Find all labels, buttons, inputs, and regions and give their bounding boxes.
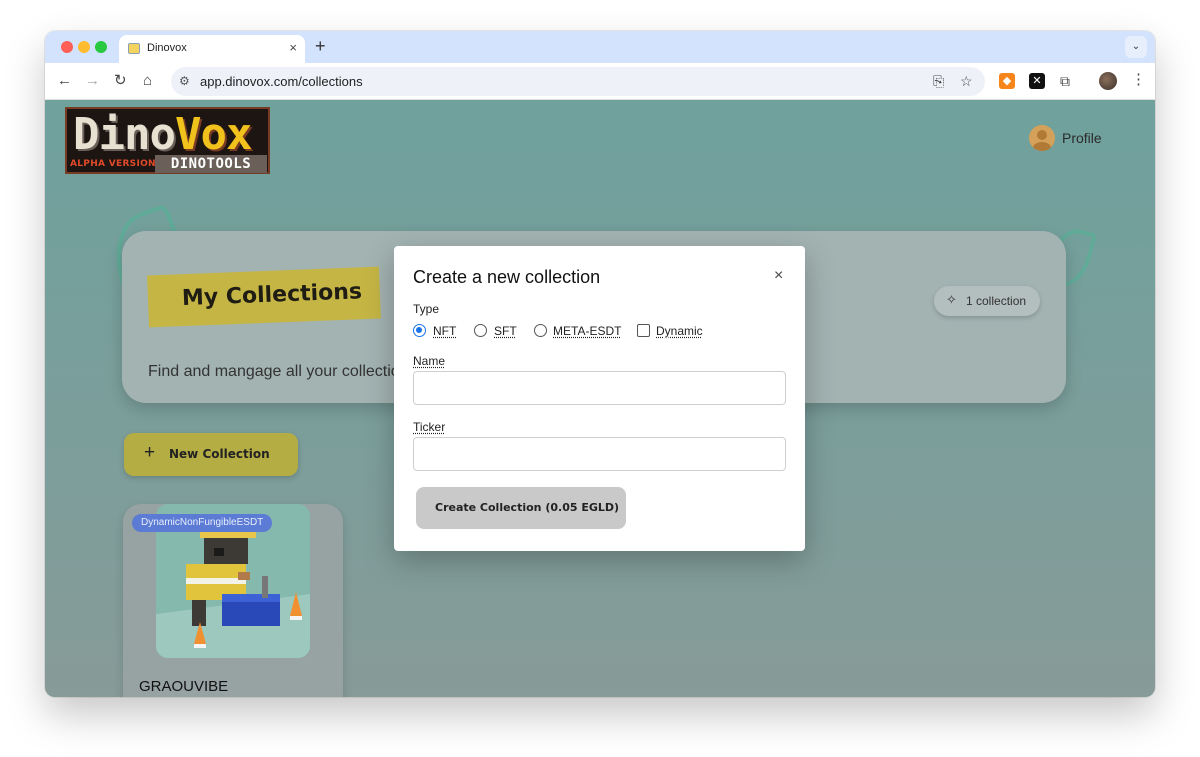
install-icon[interactable]: ⎘ [933,73,944,90]
favicon-icon [128,43,140,54]
dynamic-checkbox[interactable] [637,324,650,337]
maximize-window-button[interactable] [95,41,107,53]
home-icon[interactable]: ⌂ [143,72,152,90]
logo-vox-text: Vox [174,109,252,160]
tab-close-icon[interactable]: × [289,40,297,56]
ticker-input[interactable] [413,437,786,471]
logo-alpha-badge: ALPHA VERSION [70,159,156,169]
browser-toolbar: ← → ↻ ⌂ ⚙ app.dinovox.com/collections ⎘ … [45,63,1155,100]
collection-name: GRAOUVIBE [139,678,229,695]
collection-card[interactable]: DynamicNonFungibleESDT GRAOUVIBE [123,504,343,697]
page-title-banner: My Collections [147,266,381,328]
menu-icon[interactable]: ⋮ [1131,71,1146,89]
type-label: Type [413,302,440,316]
page-title: My Collections [181,279,363,312]
extensions-puzzle-icon[interactable]: ⧉ [1057,73,1073,89]
url-text[interactable]: app.dinovox.com/collections [200,74,363,89]
create-collection-button[interactable]: Create Collection (0.05 EGLD) [416,487,626,529]
profile-label: Profile [1062,130,1102,146]
radio-meta-esdt[interactable] [534,324,547,337]
page-content: DinoVox ALPHA VERSION DINOTOOLS Profile … [45,100,1155,697]
radio-sft[interactable] [474,324,487,337]
minimize-window-button[interactable] [78,41,90,53]
plus-icon: + [144,442,156,463]
name-label: Name [413,354,446,368]
dinovox-logo[interactable]: DinoVox ALPHA VERSION DINOTOOLS [65,107,270,174]
create-collection-label: Create Collection (0.05 EGLD) [435,501,620,514]
forward-icon[interactable]: → [85,72,100,90]
browser-window: Dinovox × + ⌄ ← → ↻ ⌂ ⚙ app.dinovox.com/… [45,31,1155,697]
logo-dinotools-badge: DINOTOOLS [155,155,267,173]
name-input[interactable] [413,371,786,405]
close-window-button[interactable] [61,41,73,53]
radio-nft-label[interactable]: NFT [433,324,456,338]
site-info-icon[interactable]: ⚙ [179,74,190,88]
collection-type-badge: DynamicNonFungibleESDT [132,514,273,532]
radio-sft-label[interactable]: SFT [494,324,517,338]
bookmark-star-icon[interactable]: ☆ [960,73,973,90]
profile-icon[interactable] [1099,72,1117,90]
dynamic-checkbox-label[interactable]: Dynamic [656,324,703,338]
tab-strip: Dinovox × + ⌄ [45,31,1155,63]
collection-count-badge: ✧ 1 collection [934,286,1040,316]
close-icon[interactable]: × [774,266,783,286]
new-collection-label: New Collection [169,447,270,461]
radio-meta-esdt-label[interactable]: META-ESDT [553,324,621,338]
page-subtitle: Find and mangage all your collection [148,363,409,380]
tab-search-icon[interactable]: ⌄ [1125,36,1147,58]
metamask-icon[interactable]: ◆ [999,73,1015,89]
address-bar[interactable]: ⚙ app.dinovox.com/collections ⎘ ☆ [171,67,985,96]
user-avatar-icon [1029,125,1055,151]
new-collection-button[interactable]: + New Collection [124,433,298,476]
x-extension-icon[interactable]: ✕ [1029,73,1045,89]
radio-nft[interactable] [413,324,426,337]
create-collection-dialog: Create a new collection × Type NFT SFT M… [394,246,805,551]
new-tab-icon[interactable]: + [315,36,326,56]
tab-title: Dinovox [147,42,187,54]
reload-icon[interactable]: ↻ [114,72,127,90]
logo-dino-text: Dino [73,109,176,160]
dialog-title: Create a new collection [413,267,601,287]
logo-wordmark: DinoVox [73,109,252,160]
sparkle-icon: ✧ [946,292,957,307]
back-icon[interactable]: ← [57,72,72,90]
tab-dinovox[interactable]: Dinovox × [119,35,305,63]
collection-count-label: 1 collection [966,294,1027,308]
ticker-label: Ticker [413,420,446,434]
